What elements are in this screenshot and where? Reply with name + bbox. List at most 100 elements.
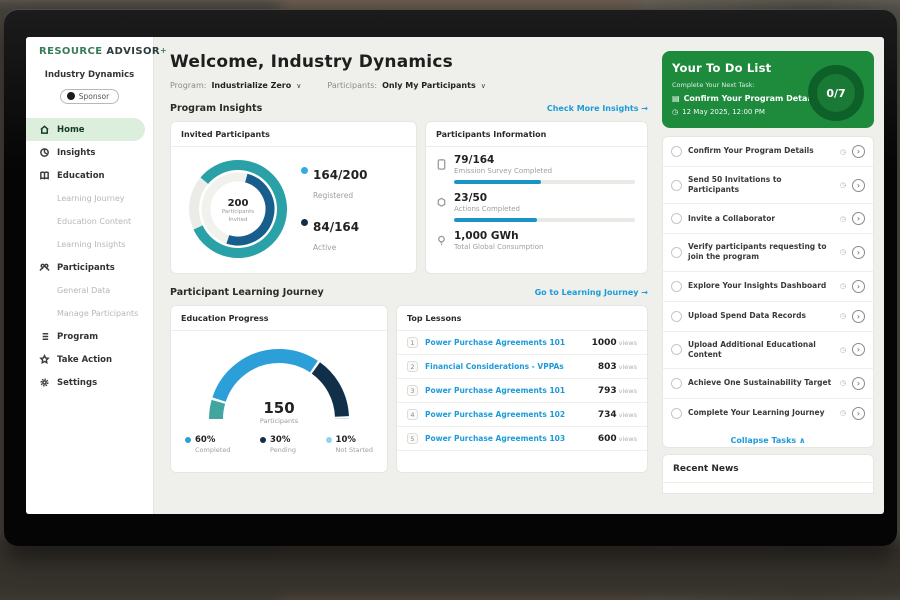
task-label: Achieve One Sustainability Target	[688, 378, 834, 388]
task-row[interactable]: Send 50 Invitations to Participants ◷ ›	[663, 167, 873, 204]
invited-donut-chart: 200 Participants Invited	[179, 153, 297, 265]
sidebar-item-home[interactable]: Home	[26, 118, 145, 141]
top-lessons-card: Top Lessons 1 Power Purchase Agreements …	[396, 305, 648, 473]
list-icon	[39, 331, 50, 342]
stat-label: Total Global Consumption	[454, 243, 635, 251]
book-icon	[39, 170, 50, 181]
education-legend: 60%Completed 30%Pending 10%Not Started	[171, 425, 387, 455]
gauge-center-value: 150	[204, 399, 354, 417]
legend-dot-completed	[185, 437, 191, 443]
collapse-tasks-link[interactable]: Collapse Tasks ∧	[663, 428, 873, 447]
task-label: Verify participants requesting to join t…	[688, 242, 834, 262]
chevron-right-button[interactable]: ›	[852, 407, 865, 420]
task-row[interactable]: Upload Spend Data Records ◷ ›	[663, 302, 873, 332]
task-checkbox[interactable]	[671, 344, 682, 355]
chevron-right-button[interactable]: ›	[852, 246, 865, 259]
sidebar-item-label: Education	[57, 171, 105, 181]
sidebar-item-learning-journey[interactable]: Learning Journey	[26, 187, 145, 210]
lesson-link[interactable]: Power Purchase Agreements 102	[425, 410, 591, 419]
arrow-right-icon: →	[641, 104, 648, 113]
progress-bar	[454, 180, 635, 184]
sidebar-item-education[interactable]: Education	[26, 164, 145, 187]
logo-resource: RESOURCE	[39, 46, 102, 57]
task-row[interactable]: Explore Your Insights Dashboard ◷ ›	[663, 272, 873, 302]
todo-next-task: Confirm Your Program Details	[684, 94, 818, 103]
sidebar-item-learning-insights[interactable]: Learning Insights	[26, 233, 145, 256]
task-row[interactable]: Achieve One Sustainability Target ◷ ›	[663, 369, 873, 399]
sidebar-item-insights[interactable]: Insights	[26, 141, 145, 164]
check-more-insights-link[interactable]: Check More Insights →	[547, 104, 648, 113]
task-row[interactable]: Verify participants requesting to join t…	[663, 234, 873, 271]
sidebar-item-take-action[interactable]: Take Action	[26, 348, 145, 371]
chevron-right-button[interactable]: ›	[852, 280, 865, 293]
program-filter-label: Program:	[170, 81, 206, 90]
clock-icon: ◷	[840, 379, 846, 387]
lesson-link[interactable]: Power Purchase Agreements 101	[425, 386, 591, 395]
task-row[interactable]: Upload Additional Educational Content ◷ …	[663, 332, 873, 369]
task-checkbox[interactable]	[671, 311, 682, 322]
lesson-link[interactable]: Financial Considerations - VPPAs	[425, 362, 591, 371]
lesson-link[interactable]: Power Purchase Agreements 101	[425, 338, 585, 347]
task-row[interactable]: Confirm Your Program Details ◷ ›	[663, 137, 873, 167]
task-checkbox[interactable]	[671, 378, 682, 389]
participants-filter[interactable]: Participants: Only My Participants ∨	[327, 81, 485, 90]
sidebar-item-label: Learning Insights	[57, 240, 126, 249]
sidebar-item-settings[interactable]: Settings	[26, 371, 145, 394]
lesson-rank: 5	[407, 433, 418, 444]
filter-bar: Program: Industrialize Zero ∨ Participan…	[170, 81, 648, 90]
task-checkbox[interactable]	[671, 213, 682, 224]
lesson-row[interactable]: 2 Financial Considerations - VPPAs 803vi…	[397, 355, 647, 379]
task-label: Upload Spend Data Records	[688, 311, 834, 321]
task-checkbox[interactable]	[671, 146, 682, 157]
task-label: Complete Your Learning Journey	[688, 408, 834, 418]
active-label: Active	[313, 243, 336, 252]
progress-bar	[454, 218, 635, 222]
task-checkbox[interactable]	[671, 180, 682, 191]
home-icon	[39, 124, 50, 135]
sidebar-item-program[interactable]: Program	[26, 325, 145, 348]
program-insights-title: Program Insights	[170, 103, 262, 114]
todo-progress-ring: 0/7	[808, 65, 864, 121]
sidebar-item-participants[interactable]: Participants	[26, 256, 145, 279]
lesson-link[interactable]: Power Purchase Agreements 103	[425, 434, 591, 443]
task-label: Invite a Collaborator	[688, 214, 834, 224]
task-row[interactable]: Complete Your Learning Journey ◷ ›	[663, 399, 873, 428]
sidebar-item-label: Manage Participants	[57, 309, 138, 318]
task-checkbox[interactable]	[671, 247, 682, 258]
chevron-right-button[interactable]: ›	[852, 343, 865, 356]
task-row[interactable]: Invite a Collaborator ◷ ›	[663, 204, 873, 234]
sponsor-icon	[67, 92, 75, 100]
invited-center-label: Participants Invited	[213, 209, 263, 223]
clock-icon: ◷	[840, 148, 846, 156]
sidebar-item-label: Insights	[57, 148, 95, 158]
sidebar-item-manage-participants[interactable]: Manage Participants	[26, 302, 145, 325]
clock-icon: ◷	[840, 346, 846, 354]
lesson-row[interactable]: 3 Power Purchase Agreements 101 793views	[397, 379, 647, 403]
task-checkbox[interactable]	[671, 408, 682, 419]
chevron-right-button[interactable]: ›	[852, 179, 865, 192]
lesson-rank: 3	[407, 385, 418, 396]
chevron-right-button[interactable]: ›	[852, 212, 865, 225]
sidebar-item-general-data[interactable]: General Data	[26, 279, 145, 302]
task-checkbox[interactable]	[671, 281, 682, 292]
sponsor-badge[interactable]: Sponsor	[60, 89, 119, 104]
lesson-row[interactable]: 5 Power Purchase Agreements 103 600views	[397, 427, 647, 451]
lesson-row[interactable]: 4 Power Purchase Agreements 102 734views	[397, 403, 647, 427]
go-to-learning-journey-link[interactable]: Go to Learning Journey →	[535, 288, 648, 297]
sidebar-item-education-content[interactable]: Education Content	[26, 210, 145, 233]
lesson-row[interactable]: 1 Power Purchase Agreements 101 1000view…	[397, 331, 647, 355]
card-title: Education Progress	[171, 306, 387, 331]
arrow-right-icon: →	[641, 288, 648, 297]
clock-icon: ◷	[840, 312, 846, 320]
clock-icon: ◷	[840, 181, 846, 189]
insights-icon	[39, 147, 50, 158]
registered-label: Registered	[313, 191, 353, 200]
chevron-right-button[interactable]: ›	[852, 310, 865, 323]
legend-dot-pending	[260, 437, 266, 443]
program-filter[interactable]: Program: Industrialize Zero ∨	[170, 81, 301, 90]
dashboard-screen: RESOURCE ADVISOR+ Industry Dynamics Spon…	[26, 37, 884, 514]
chevron-right-button[interactable]: ›	[852, 145, 865, 158]
clock-icon: ◷	[672, 108, 678, 116]
chevron-right-button[interactable]: ›	[852, 377, 865, 390]
stat-actions-completed: 23/50 Actions Completed	[436, 192, 635, 222]
